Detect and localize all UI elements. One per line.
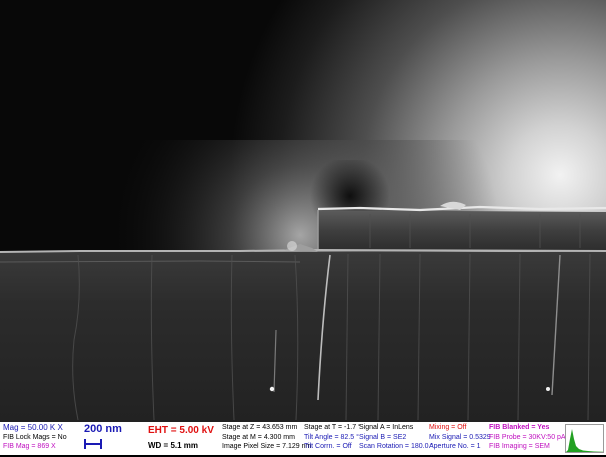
sem-micrograph bbox=[0, 0, 606, 422]
fib-imaging-label: FIB Imaging = SEM bbox=[489, 443, 550, 450]
sem-screen: Mag = 50.00 K X FIB Lock Mags = No FIB M… bbox=[0, 0, 606, 455]
top-layer bbox=[318, 210, 606, 252]
mixing-label: Mixing = Off bbox=[429, 424, 467, 431]
stage-m-label: Stage at M = 4.300 mm bbox=[222, 434, 295, 441]
fib-mag-label: FIB Mag = 869 X bbox=[3, 443, 56, 450]
scan-rotation-label: Scan Rotation = 180.0 ° bbox=[359, 443, 434, 450]
stage-t-label: Stage at T = -1.7 ° bbox=[304, 424, 361, 431]
fib-blanked-label: FIB Blanked = Yes bbox=[489, 424, 550, 431]
micrograph-image bbox=[0, 0, 606, 422]
tilt-angle-label: Tilt Angle = 82.5 ° bbox=[304, 434, 359, 441]
histogram-graph bbox=[566, 429, 603, 452]
mix-signal-label: Mix Signal = 0.5329 bbox=[429, 434, 491, 441]
scale-bar-label: 200 nm bbox=[84, 423, 122, 435]
wd-label: WD = 5.1 mm bbox=[148, 441, 199, 450]
fib-lock-mags-label: FIB Lock Mags = No bbox=[3, 434, 67, 441]
fib-probe-label: FIB Probe = 30KV:50 pA bbox=[489, 434, 566, 441]
mag-label: Mag = 50.00 K X bbox=[3, 423, 63, 432]
signal-b-label: Signal B = SE2 bbox=[359, 434, 407, 441]
scale-bar-icon bbox=[84, 439, 102, 449]
pixel-size-label: Image Pixel Size = 7.129 nm bbox=[222, 443, 312, 450]
eht-label: EHT = 5.00 kV bbox=[148, 425, 214, 436]
substrate bbox=[0, 252, 606, 422]
aperture-label: Aperture No. = 1 bbox=[429, 443, 481, 450]
tilt-corrn-label: Tilt Corrn. = Off bbox=[304, 443, 352, 450]
signal-a-label: Signal A = InLens bbox=[359, 424, 414, 431]
stage-z-label: Stage at Z = 43.653 mm bbox=[222, 424, 298, 431]
histogram-panel bbox=[565, 424, 604, 453]
